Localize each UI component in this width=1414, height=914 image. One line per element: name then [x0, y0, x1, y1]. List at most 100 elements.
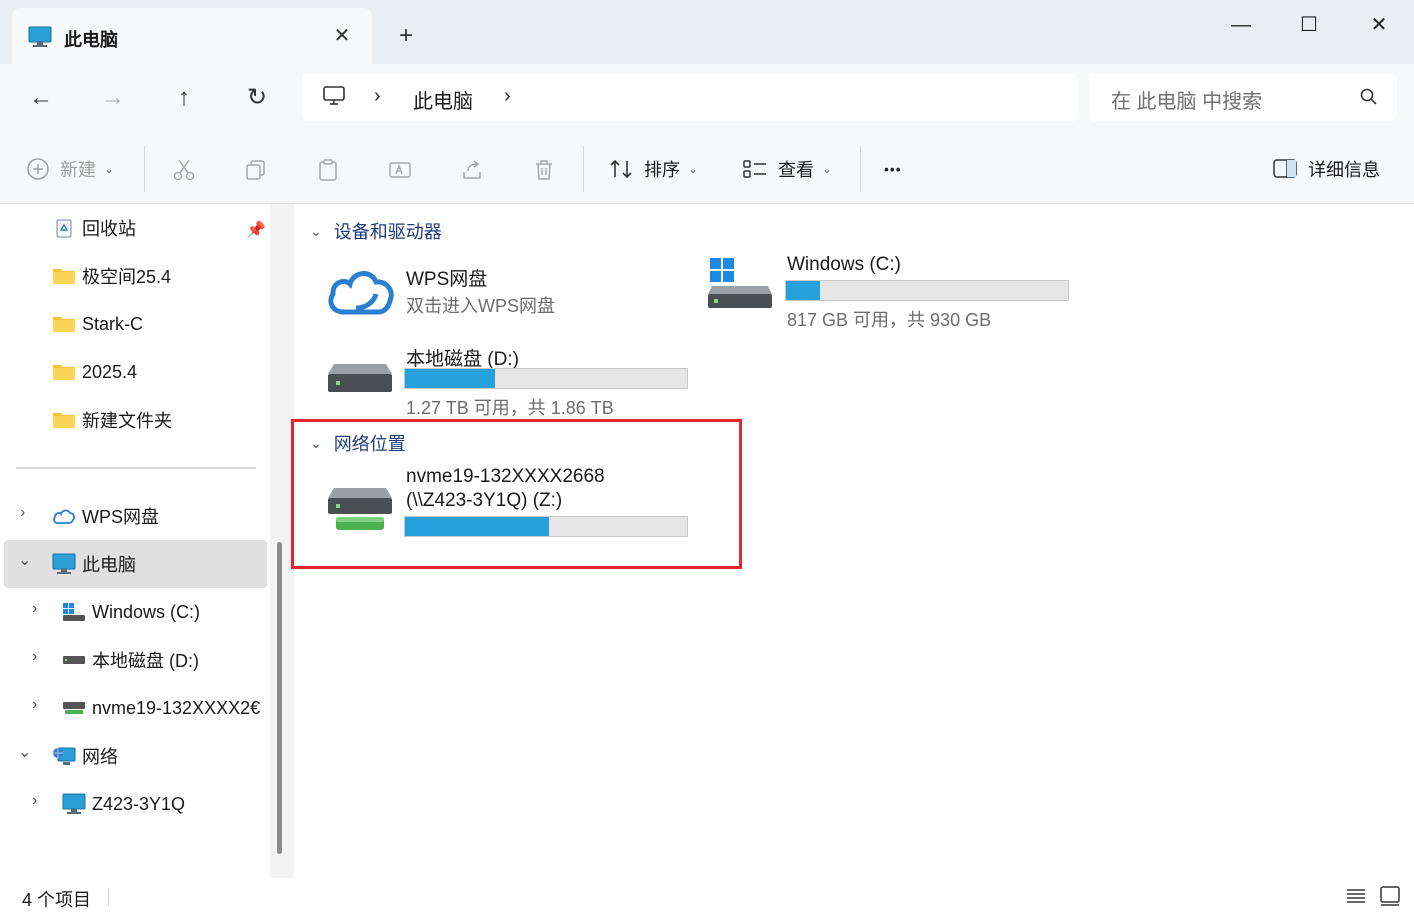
forward-button[interactable]: → — [95, 80, 131, 116]
computer-outline-icon — [323, 86, 345, 105]
expand-chevron-icon[interactable]: › — [20, 504, 25, 522]
sidebar-item-wps-cloud[interactable]: WPS网盘 — [52, 494, 159, 538]
sidebar-item-folder[interactable]: 2025.4 — [52, 350, 137, 394]
sidebar-item-label: 极空间25.4 — [82, 267, 172, 287]
toolbar-divider — [583, 146, 584, 192]
tile-name: Windows (C:) — [787, 254, 902, 275]
drive-icon — [62, 649, 86, 671]
cloud-icon — [52, 505, 76, 527]
collapse-chevron-icon: ⌄ — [310, 434, 322, 451]
title-bar: 此电脑 ✕ + — ☐ ✕ — [0, 0, 1414, 64]
sidebar-item-label: 新建文件夹 — [82, 411, 172, 431]
sidebar-item-label: 2025.4 — [82, 361, 138, 382]
search-box[interactable]: 在 此电脑 中搜索 — [1089, 73, 1397, 121]
sidebar-item-this-pc[interactable]: 此电脑 — [52, 542, 136, 586]
breadcrumb-chevron-icon[interactable]: › — [374, 85, 381, 108]
sidebar-item-folder[interactable]: 极空间25.4 — [52, 254, 171, 298]
large-icons-view-icon[interactable] — [1378, 884, 1402, 908]
search-input[interactable]: 在 此电脑 中搜索 — [1111, 85, 1262, 114]
sort-icon — [610, 159, 632, 179]
close-window-button[interactable]: ✕ — [1356, 10, 1402, 40]
item-count: 4 个项目 — [22, 890, 92, 910]
status-divider — [108, 888, 109, 906]
minimize-button[interactable]: — — [1218, 10, 1264, 40]
drive-usage-fill — [405, 369, 496, 388]
tile-network-drive-z[interactable]: nvme19-132XXXX2668 (\\Z423-3Y1Q) (Z:) — [326, 466, 696, 540]
close-tab-icon[interactable]: ✕ — [330, 24, 354, 48]
new-tab-button[interactable]: + — [392, 22, 420, 50]
breadcrumb-this-pc[interactable]: 此电脑 — [413, 85, 473, 114]
sidebar-item-folder[interactable]: Stark-C — [52, 302, 143, 346]
view-button[interactable]: 查看 ⌄ — [742, 152, 832, 186]
collapse-chevron-icon[interactable]: ⌄ — [18, 742, 31, 762]
details-pane-button[interactable]: 详细信息 — [1272, 152, 1380, 186]
sidebar-scrollbar-thumb[interactable] — [277, 542, 282, 854]
details-view-icon[interactable] — [1344, 884, 1368, 908]
tile-subtitle: 817 GB 可用，共 930 GB — [787, 310, 992, 330]
sidebar-item-label: Windows (C:) — [92, 601, 201, 622]
tab-this-pc[interactable]: 此电脑 ✕ — [12, 8, 372, 64]
toolbar-divider — [144, 146, 145, 192]
content-pane: ⌄ 设备和驱动器 WPS网盘 双击进入WPS网盘 Windows (C:) 81… — [291, 204, 1414, 878]
recycle-bin-icon — [52, 217, 76, 239]
sidebar-item-network-drive[interactable]: nvme19-132XXXX2€ — [62, 686, 270, 730]
drive-usage-bar — [404, 516, 688, 537]
sidebar-item-drive-c[interactable]: Windows (C:) — [62, 590, 200, 634]
computer-icon — [28, 26, 52, 47]
drive-usage-fill — [405, 517, 549, 536]
back-button[interactable]: ← — [23, 80, 59, 116]
expand-chevron-icon[interactable]: › — [32, 792, 37, 810]
more-options-button[interactable]: ••• — [884, 152, 902, 186]
sidebar-item-label: 本地磁盘 (D:) — [92, 651, 199, 671]
refresh-button[interactable]: ↻ — [239, 80, 275, 116]
sidebar-item-label: 网络 — [82, 747, 118, 767]
copy-icon[interactable] — [244, 158, 268, 182]
maximize-button[interactable]: ☐ — [1286, 10, 1332, 40]
cloud-icon — [328, 271, 394, 315]
tile-name: WPS网盘 — [406, 269, 488, 290]
up-button[interactable]: ↑ — [166, 80, 202, 116]
cut-icon[interactable] — [172, 158, 196, 182]
sort-button[interactable]: 排序 ⌄ — [608, 152, 698, 186]
sidebar-item-network[interactable]: 网络 — [52, 734, 118, 778]
sidebar-item-folder[interactable]: 新建文件夹 — [52, 398, 172, 442]
drive-usage-bar — [404, 368, 688, 389]
sort-label: 排序 — [644, 160, 680, 180]
folder-icon — [52, 409, 76, 431]
drive-usage-fill — [786, 281, 820, 300]
delete-icon[interactable] — [532, 158, 556, 182]
new-button[interactable]: 新建 ⌄ — [26, 152, 114, 186]
details-label: 详细信息 — [1308, 160, 1380, 180]
sidebar-item-drive-d[interactable]: 本地磁盘 (D:) — [62, 638, 199, 682]
computer-icon — [62, 793, 86, 815]
command-bar: 新建 ⌄ 排序 ⌄ 查看 ⌄ ••• 详细信息 — [0, 132, 1414, 204]
tile-drive-d[interactable]: 本地磁盘 (D:) 1.27 TB 可用，共 1.86 TB — [326, 342, 696, 422]
breadcrumb-chevron-icon[interactable]: › — [504, 85, 511, 108]
windows-drive-icon — [62, 601, 86, 623]
tab-title: 此电脑 — [64, 30, 118, 50]
new-label: 新建 — [60, 160, 96, 180]
expand-chevron-icon[interactable]: › — [32, 696, 37, 714]
details-pane-icon — [1273, 159, 1297, 178]
group-header-devices[interactable]: ⌄ 设备和驱动器 — [310, 218, 442, 244]
sidebar-item-label: nvme19-132XXXX2€ — [92, 697, 261, 718]
share-icon[interactable] — [460, 158, 484, 182]
add-circle-icon — [27, 158, 49, 180]
tile-drive-c[interactable]: Windows (C:) 817 GB 可用，共 930 GB — [706, 254, 1076, 334]
paste-icon[interactable] — [316, 158, 340, 182]
computer-icon — [52, 553, 76, 575]
drive-usage-bar — [785, 280, 1069, 301]
pin-icon[interactable]: 📌 — [246, 220, 266, 240]
collapse-chevron-icon[interactable]: ⌄ — [18, 550, 31, 570]
tile-wps-cloud[interactable]: WPS网盘 双击进入WPS网盘 — [326, 262, 646, 324]
expand-chevron-icon[interactable]: › — [32, 648, 37, 666]
rename-icon[interactable] — [388, 158, 412, 182]
tile-name-line2: (\\Z423-3Y1Q) (Z:) — [406, 490, 563, 511]
view-list-icon — [743, 160, 766, 178]
folder-icon — [52, 313, 76, 335]
expand-chevron-icon[interactable]: › — [32, 600, 37, 618]
group-header-network[interactable]: ⌄ 网络位置 — [310, 430, 406, 456]
sidebar-item-recycle-bin[interactable]: 回收站 — [52, 206, 136, 250]
sidebar-item-network-computer[interactable]: Z423-3Y1Q — [62, 782, 185, 826]
address-bar[interactable]: › 此电脑 › — [302, 73, 1078, 121]
